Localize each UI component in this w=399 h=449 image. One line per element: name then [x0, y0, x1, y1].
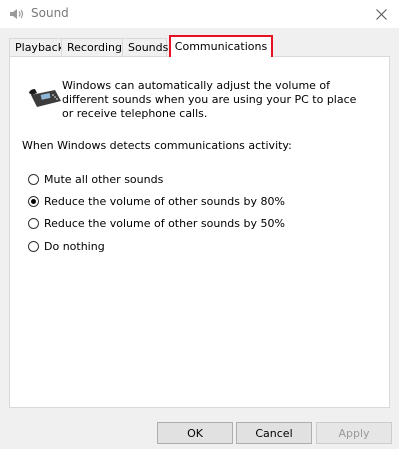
title-bar: Sound: [0, 0, 399, 28]
radio-button[interactable]: [28, 195, 39, 207]
detect-label: When Windows detects communications acti…: [22, 139, 292, 152]
intro-text: Windows can automatically adjust the vol…: [62, 79, 357, 120]
option-reduce-80[interactable]: Reduce the volume of other sounds by 80%: [28, 193, 285, 209]
option-mute-all[interactable]: Mute all other sounds: [28, 171, 163, 187]
option-reduce-50[interactable]: Reduce the volume of other sounds by 50%: [28, 215, 285, 231]
window-title: Sound: [31, 6, 69, 20]
option-label: Mute all other sounds: [44, 172, 164, 186]
speaker-icon: [10, 9, 24, 19]
tab-sounds[interactable]: Sounds: [122, 38, 168, 56]
ok-button[interactable]: OK: [157, 422, 233, 444]
close-button[interactable]: [363, 0, 399, 28]
cancel-button[interactable]: Cancel: [236, 422, 312, 444]
tab-communications[interactable]: Communications: [169, 35, 273, 57]
option-label: Do nothing: [44, 239, 105, 253]
option-do-nothing[interactable]: Do nothing: [28, 238, 105, 254]
close-icon: [375, 8, 387, 20]
tab-recording[interactable]: Recording: [61, 38, 123, 56]
radio-button[interactable]: [28, 240, 39, 252]
communications-panel: Windows can automatically adjust the vol…: [9, 56, 390, 408]
radio-button[interactable]: [28, 217, 39, 229]
tab-playback[interactable]: Playback: [9, 38, 64, 56]
option-label: Reduce the volume of other sounds by 50%: [44, 216, 285, 230]
radio-button[interactable]: [28, 173, 39, 185]
apply-button[interactable]: Apply: [316, 422, 392, 444]
telephone-icon: [29, 89, 61, 107]
option-label: Reduce the volume of other sounds by 80%: [44, 194, 285, 208]
